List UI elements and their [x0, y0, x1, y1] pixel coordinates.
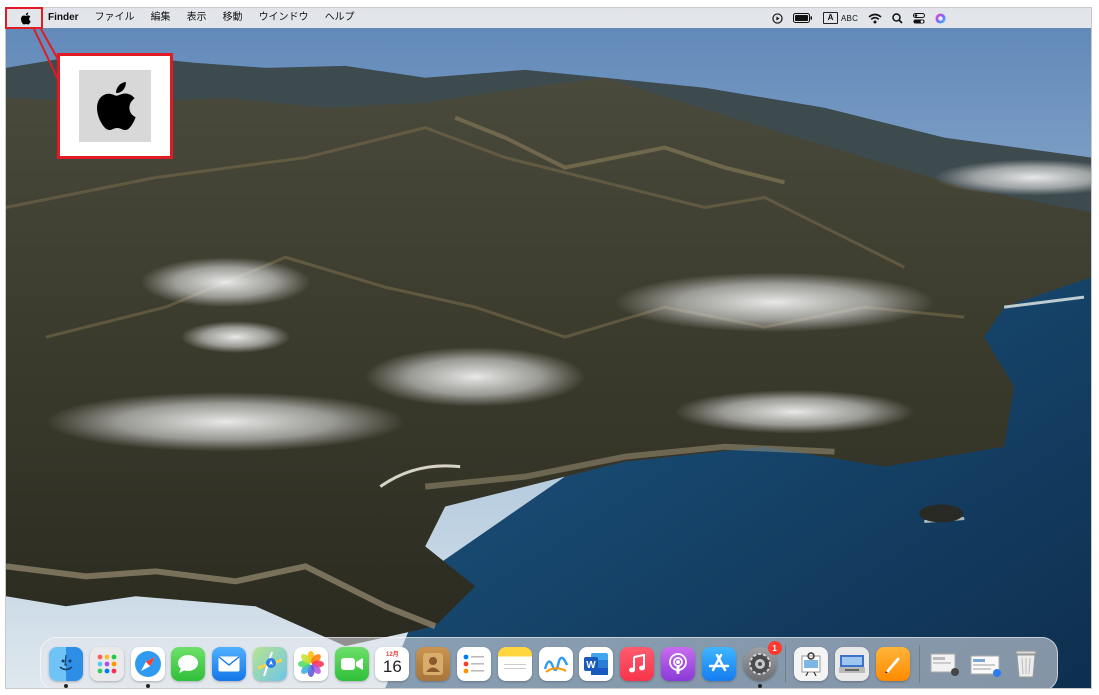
dock-mail[interactable]: [212, 647, 247, 681]
image-capture-icon: [839, 655, 866, 673]
input-source-box: A: [823, 12, 838, 24]
microsoft-word-icon: W: [584, 653, 609, 675]
dock-calendar[interactable]: 12月 16: [375, 647, 410, 681]
dock-launchpad[interactable]: [89, 647, 124, 681]
dock-microsoft-word[interactable]: W: [579, 647, 614, 681]
wifi-icon[interactable]: [868, 8, 882, 28]
podcasts-icon: [669, 653, 687, 674]
calendar-day: 16: [382, 657, 402, 676]
safari-compass-icon: [134, 651, 161, 677]
dock-preview[interactable]: [794, 647, 829, 681]
freeform-scribble-icon: [543, 656, 568, 673]
gear-icon: [748, 653, 771, 675]
pages-pen-icon: [884, 657, 900, 673]
menu-window[interactable]: ウインドウ: [251, 8, 317, 28]
input-source-icon[interactable]: A ABC: [823, 8, 858, 28]
dock-music[interactable]: [620, 647, 655, 681]
music-note-icon: [629, 654, 646, 673]
apple-logo-icon: [97, 82, 136, 131]
dock-facetime[interactable]: [334, 647, 369, 681]
dock-image-capture[interactable]: [835, 647, 870, 681]
menu-help[interactable]: ヘルプ: [317, 8, 363, 28]
dock-downloads-folder[interactable]: [928, 647, 962, 681]
app-store-icon: [708, 654, 729, 672]
dock-freeform[interactable]: [538, 647, 573, 681]
input-source-label: ABC: [841, 13, 859, 23]
dock-photos[interactable]: [293, 647, 328, 681]
spotlight-search-icon[interactable]: [892, 8, 903, 28]
running-indicator: [145, 684, 150, 688]
reminders-list-icon: [463, 654, 484, 674]
menu-go[interactable]: 移動: [215, 8, 251, 28]
dock-notes[interactable]: [497, 647, 532, 681]
documents-stack-icon: [970, 655, 1001, 677]
dock-separator: [785, 645, 787, 683]
dock-documents-stack[interactable]: [969, 647, 1003, 681]
dock-safari[interactable]: [130, 647, 165, 688]
dock-reminders[interactable]: [456, 647, 491, 681]
finder-icon: [59, 654, 73, 671]
dock-messages[interactable]: [171, 647, 206, 681]
running-indicator: [64, 684, 68, 688]
dock: 12月 16 W 1: [40, 637, 1058, 688]
photos-flower-icon: [297, 651, 324, 677]
contacts-person-icon: [423, 653, 444, 675]
notes-lines-icon: [503, 664, 526, 669]
apple-menu-highlight: [5, 7, 43, 29]
menu-edit[interactable]: 編集: [143, 8, 179, 28]
menu-view[interactable]: 表示: [179, 8, 215, 28]
dock-trash[interactable]: [1009, 647, 1043, 681]
folder-stack-icon: [930, 653, 959, 676]
dock-system-preferences[interactable]: 1: [742, 641, 782, 688]
envelope-icon: [218, 656, 240, 672]
dock-finder[interactable]: [49, 647, 83, 688]
menu-file[interactable]: ファイル: [87, 8, 143, 28]
word-letter: W: [587, 660, 597, 671]
dock-contacts[interactable]: [416, 647, 451, 681]
menu-bar: Finder ファイル 編集 表示 移動 ウインドウ ヘルプ A ABC: [6, 8, 1091, 28]
dock-pages[interactable]: [875, 647, 910, 681]
menu-finder[interactable]: Finder: [44, 8, 87, 28]
dock-separator: [918, 645, 920, 683]
dock-maps[interactable]: [252, 647, 287, 681]
siri-icon[interactable]: [935, 8, 946, 28]
trash-icon: [1015, 650, 1037, 678]
screen-recording-icon[interactable]: [772, 8, 783, 28]
dock-podcasts[interactable]: [660, 647, 695, 681]
notification-badge: 1: [767, 641, 782, 655]
video-camera-icon: [340, 658, 363, 670]
preview-icon: [801, 652, 821, 676]
speech-bubble-icon: [178, 655, 199, 673]
dock-app-store[interactable]: [701, 647, 736, 681]
apple-logo-zoom-callout: [57, 53, 173, 159]
map-pin-icon: [257, 652, 282, 676]
launchpad-icon: [97, 654, 117, 674]
battery-icon[interactable]: [793, 8, 813, 28]
running-indicator: [757, 684, 762, 688]
control-center-icon[interactable]: [913, 8, 926, 28]
apple-logo-zoom: [79, 70, 151, 142]
